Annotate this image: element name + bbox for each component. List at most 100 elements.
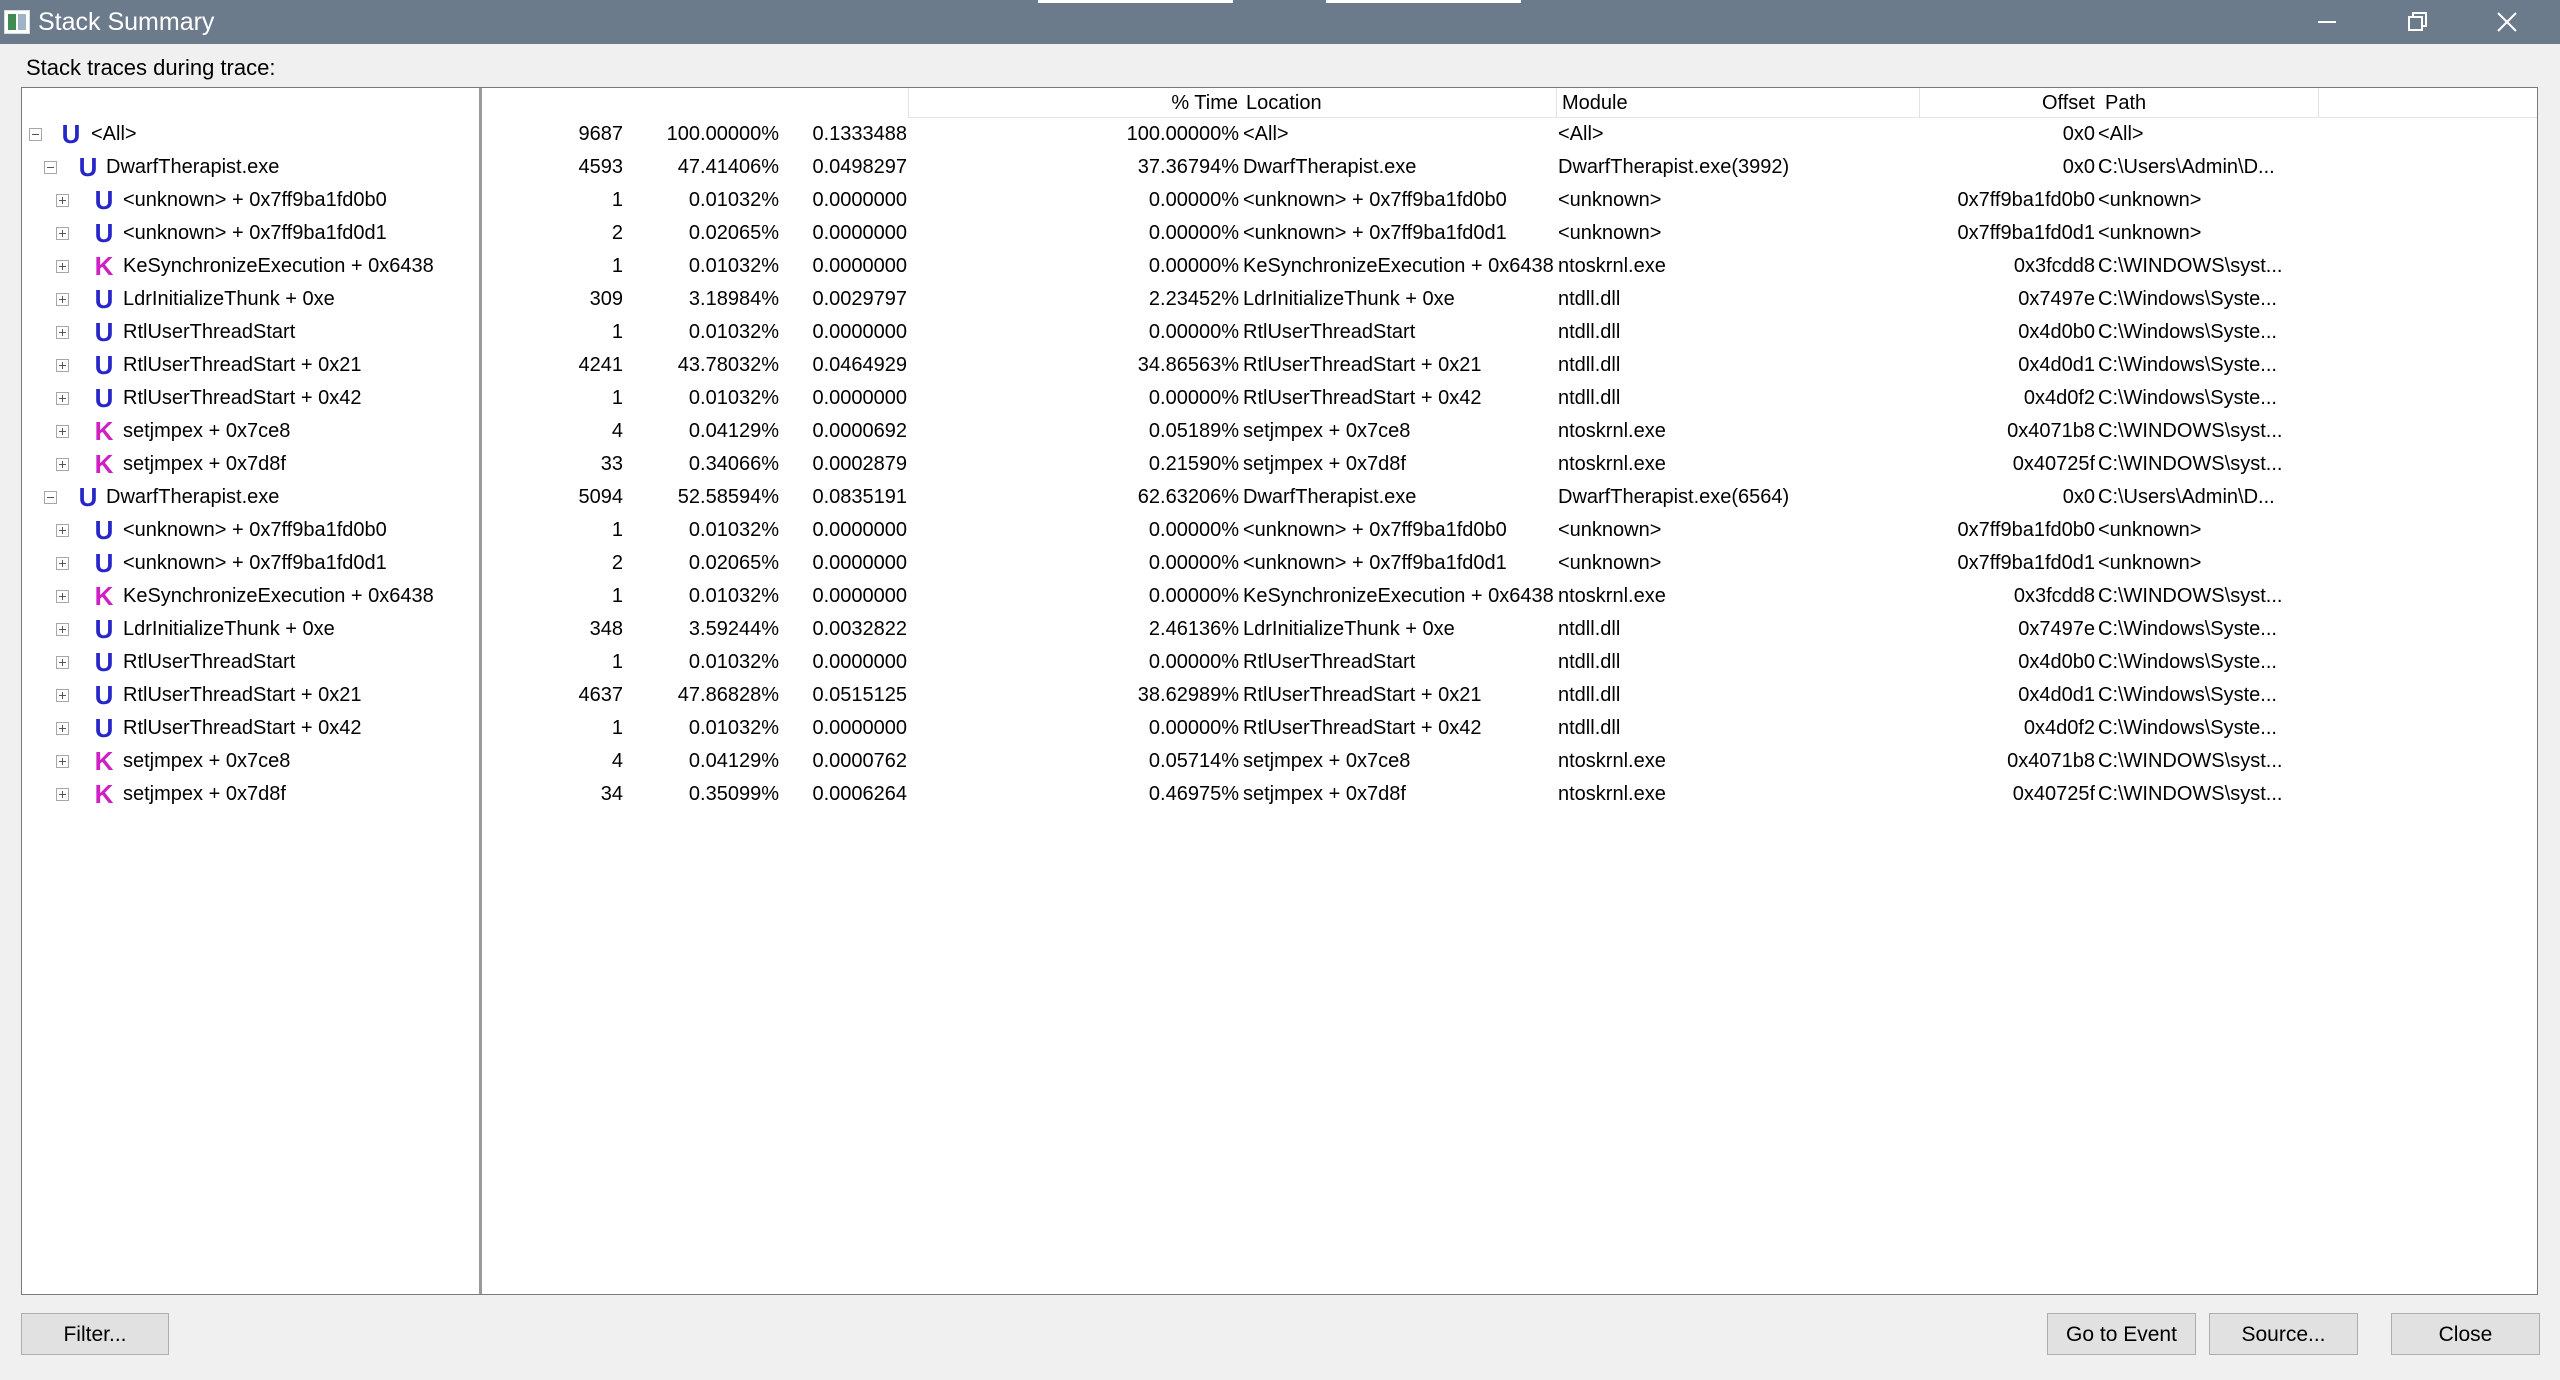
restore-button[interactable] bbox=[2372, 0, 2462, 44]
expand-icon[interactable] bbox=[56, 425, 69, 438]
tree-row[interactable]: K KeSynchronizeExecution + 0x6438 bbox=[22, 580, 479, 613]
stack-grid[interactable]: 9687 100.00000% 0.1333488 100.00000% <All> <A… bbox=[485, 118, 2537, 811]
tree-row[interactable]: U <unknown> + 0x7ff9ba1fd0b0 bbox=[22, 514, 479, 547]
table-row[interactable]: 4637 47.86828% 0.0515125 38.62989% RtlUserTh… bbox=[485, 679, 2537, 712]
title-bar-highlight bbox=[1326, 0, 1521, 3]
table-row[interactable]: 1 0.01032% 0.0000000 0.00000% RtlUserThreadS… bbox=[485, 712, 2537, 745]
close-button[interactable]: Close bbox=[2391, 1313, 2540, 1355]
table-row[interactable]: 9687 100.00000% 0.1333488 100.00000% <All> <A… bbox=[485, 118, 2537, 151]
collapse-icon[interactable] bbox=[44, 161, 57, 174]
table-row[interactable]: 33 0.34066% 0.0002879 0.21590% setjmpex + 0x… bbox=[485, 448, 2537, 481]
close-window-button[interactable] bbox=[2462, 0, 2552, 44]
header-separator[interactable] bbox=[908, 88, 909, 118]
expand-icon[interactable] bbox=[56, 194, 69, 207]
module-cell: ntdll.dll bbox=[1558, 354, 1621, 376]
expand-icon[interactable] bbox=[56, 293, 69, 306]
expand-icon[interactable] bbox=[56, 755, 69, 768]
stack-grid-pane[interactable]: % Time Location Module Offset Path 9687 1… bbox=[485, 88, 2537, 1294]
kernel-mode-icon: K bbox=[94, 779, 114, 809]
table-row[interactable]: 1 0.01032% 0.0000000 0.00000% RtlUserThreadS… bbox=[485, 646, 2537, 679]
tree-row[interactable]: U RtlUserThreadStart + 0x21 bbox=[22, 349, 479, 382]
table-row[interactable]: 4 0.04129% 0.0000692 0.05189% setjmpex + 0x7… bbox=[485, 415, 2537, 448]
expand-icon[interactable] bbox=[56, 359, 69, 372]
table-row[interactable]: 4593 47.41406% 0.0498297 37.36794% DwarfTher… bbox=[485, 151, 2537, 184]
header-separator[interactable] bbox=[1919, 88, 1920, 118]
count-cell: 2 bbox=[611, 552, 623, 574]
expand-icon[interactable] bbox=[56, 689, 69, 702]
expand-icon[interactable] bbox=[56, 557, 69, 570]
expand-icon[interactable] bbox=[56, 623, 69, 636]
tree-row[interactable]: U <unknown> + 0x7ff9ba1fd0b0 bbox=[22, 184, 479, 217]
header-location[interactable]: Location bbox=[1246, 90, 1322, 116]
table-row[interactable]: 34 0.35099% 0.0006264 0.46975% setjmpex + 0x… bbox=[485, 778, 2537, 811]
minimize-button[interactable] bbox=[2282, 0, 2372, 44]
tree-row[interactable]: U RtlUserThreadStart bbox=[22, 646, 479, 679]
stack-summary-panel[interactable]: U <All> U DwarfTherapist.exe U <unknown> + 0x… bbox=[21, 87, 2538, 1295]
table-row[interactable]: 4 0.04129% 0.0000762 0.05714% setjmpex + 0x7… bbox=[485, 745, 2537, 778]
tree-row[interactable]: U <All> bbox=[22, 118, 479, 151]
percent-time-cell: 0.00000% bbox=[1148, 255, 1239, 277]
tree-row[interactable]: Ksetjmpex + 0x7d8f bbox=[22, 778, 479, 811]
offset-cell: 0x4071b8 bbox=[2007, 420, 2095, 442]
header-path[interactable]: Path bbox=[2105, 90, 2146, 116]
table-row[interactable]: 5094 52.58594% 0.0835191 62.63206% DwarfTher… bbox=[485, 481, 2537, 514]
expand-icon[interactable] bbox=[56, 590, 69, 603]
percent-time-cell: 0.00000% bbox=[1148, 651, 1239, 673]
collapse-icon[interactable] bbox=[29, 128, 42, 141]
source-button[interactable]: Source... bbox=[2209, 1313, 2358, 1355]
path-cell: C:\Windows\Syste... bbox=[2098, 717, 2277, 739]
expand-icon[interactable] bbox=[56, 722, 69, 735]
location-cell: RtlUserThreadStart bbox=[1243, 651, 1416, 673]
tree-row[interactable]: U DwarfTherapist.exe bbox=[22, 481, 479, 514]
path-cell: <unknown> bbox=[2098, 189, 2202, 211]
table-row[interactable]: 1 0.01032% 0.0000000 0.00000% KeSynchronizeE… bbox=[485, 250, 2537, 283]
module-cell: ntoskrnl.exe bbox=[1558, 585, 1666, 607]
go-to-event-button[interactable]: Go to Event bbox=[2047, 1313, 2196, 1355]
tree-row[interactable]: U LdrInitializeThunk + 0xe bbox=[22, 283, 479, 316]
table-row[interactable]: 1 0.01032% 0.0000000 0.00000% <unknown> + 0x… bbox=[485, 514, 2537, 547]
header-offset[interactable]: Offset bbox=[1885, 90, 2095, 116]
table-row[interactable]: 1 0.01032% 0.0000000 0.00000% KeSynchronizeE… bbox=[485, 580, 2537, 613]
expand-icon[interactable] bbox=[56, 656, 69, 669]
header-separator[interactable] bbox=[2318, 88, 2319, 118]
expand-icon[interactable] bbox=[56, 524, 69, 537]
stack-tree[interactable]: U <All> U DwarfTherapist.exe U <unknown> + 0x… bbox=[22, 118, 479, 811]
table-row[interactable]: 1 0.01032% 0.0000000 0.00000% <unknown> + 0x… bbox=[485, 184, 2537, 217]
tree-row[interactable]: K KeSynchronizeExecution + 0x6438 bbox=[22, 250, 479, 283]
stack-tree-pane[interactable]: U <All> U DwarfTherapist.exe U <unknown> + 0x… bbox=[22, 88, 482, 1294]
tree-row[interactable]: U RtlUserThreadStart + 0x21 bbox=[22, 679, 479, 712]
table-row[interactable]: 4241 43.78032% 0.0464929 34.86563% RtlUserTh… bbox=[485, 349, 2537, 382]
tree-row[interactable]: Ksetjmpex + 0x7d8f bbox=[22, 448, 479, 481]
table-row[interactable]: 1 0.01032% 0.0000000 0.00000% RtlUserThreadS… bbox=[485, 382, 2537, 415]
tree-row[interactable]: U RtlUserThreadStart bbox=[22, 316, 479, 349]
table-row[interactable]: 2 0.02065% 0.0000000 0.00000% <unknown> + 0x… bbox=[485, 547, 2537, 580]
tree-row[interactable]: U RtlUserThreadStart + 0x42 bbox=[22, 382, 479, 415]
expand-icon[interactable] bbox=[56, 788, 69, 801]
table-row[interactable]: 2 0.02065% 0.0000000 0.00000% <unknown> + 0x… bbox=[485, 217, 2537, 250]
expand-icon[interactable] bbox=[56, 260, 69, 273]
tree-row[interactable]: Ksetjmpex + 0x7ce8 bbox=[22, 745, 479, 778]
percent-time-cell: 0.05189% bbox=[1148, 420, 1239, 442]
title-bar[interactable]: Stack Summary bbox=[0, 0, 2560, 44]
table-row[interactable]: 1 0.01032% 0.0000000 0.00000% RtlUserThreadS… bbox=[485, 316, 2537, 349]
header-pct-time[interactable]: % Time bbox=[908, 90, 1238, 116]
count-cell: 9687 bbox=[578, 123, 624, 145]
expand-icon[interactable] bbox=[56, 227, 69, 240]
expand-icon[interactable] bbox=[56, 326, 69, 339]
expand-icon[interactable] bbox=[56, 392, 69, 405]
table-row[interactable]: 309 3.18984% 0.0029797 2.23452% LdrInitializ… bbox=[485, 283, 2537, 316]
expand-icon[interactable] bbox=[56, 458, 69, 471]
filter-button[interactable]: Filter... bbox=[21, 1313, 169, 1355]
tree-row[interactable]: U LdrInitializeThunk + 0xe bbox=[22, 613, 479, 646]
tree-row[interactable]: U DwarfTherapist.exe bbox=[22, 151, 479, 184]
percent-cell: 0.01032% bbox=[688, 387, 779, 409]
tree-row[interactable]: U RtlUserThreadStart + 0x42 bbox=[22, 712, 479, 745]
collapse-icon[interactable] bbox=[44, 491, 57, 504]
tree-row[interactable]: U <unknown> + 0x7ff9ba1fd0d1 bbox=[22, 547, 479, 580]
module-cell: ntdll.dll bbox=[1558, 717, 1621, 739]
header-separator[interactable] bbox=[1556, 88, 1557, 118]
tree-row[interactable]: U <unknown> + 0x7ff9ba1fd0d1 bbox=[22, 217, 479, 250]
header-module[interactable]: Module bbox=[1562, 90, 1628, 116]
table-row[interactable]: 348 3.59244% 0.0032822 2.46136% LdrInitializ… bbox=[485, 613, 2537, 646]
tree-row[interactable]: Ksetjmpex + 0x7ce8 bbox=[22, 415, 479, 448]
